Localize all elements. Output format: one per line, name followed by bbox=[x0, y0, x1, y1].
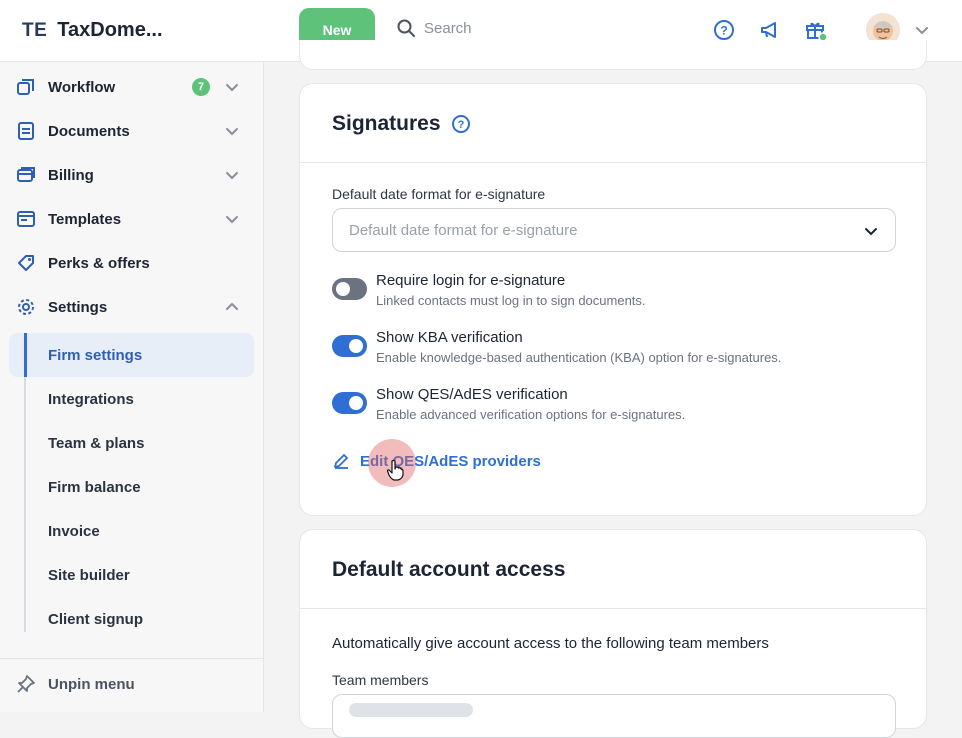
sidebar-item-label: Perks & offers bbox=[48, 254, 150, 272]
sidebar-item-label: Templates bbox=[48, 210, 122, 228]
team-members-label: Team members bbox=[332, 672, 429, 688]
toggle-description: Linked contacts must log in to sign docu… bbox=[376, 293, 646, 308]
toggle-description: Enable knowledge-based authentication (K… bbox=[376, 350, 782, 365]
submenu-guide bbox=[24, 334, 26, 632]
workflow-icon bbox=[16, 77, 36, 97]
select-placeholder: Default date format for e-signature bbox=[349, 222, 578, 239]
sidebar: Workflow 7 Documents Billing Templates P… bbox=[0, 62, 264, 712]
sidebar-item-perks[interactable]: Perks & offers bbox=[0, 243, 264, 283]
section-divider bbox=[300, 608, 926, 609]
qes-ades-toggle[interactable] bbox=[332, 392, 367, 414]
sidebar-item-settings[interactable]: Settings bbox=[0, 287, 264, 327]
account-access-card: Default account access Automatically giv… bbox=[299, 529, 927, 738]
sidebar-divider bbox=[0, 658, 264, 659]
hand-cursor-icon bbox=[386, 459, 404, 481]
sidebar-item-label: Documents bbox=[48, 122, 130, 140]
sidebar-item-label: Settings bbox=[48, 298, 108, 316]
toggle-title: Show KBA verification bbox=[376, 329, 523, 346]
search-icon bbox=[396, 18, 416, 38]
sidebar-item-documents[interactable]: Documents bbox=[0, 111, 264, 151]
toggle-knob bbox=[349, 396, 363, 410]
chevron-down-icon[interactable] bbox=[224, 79, 240, 95]
templates-icon bbox=[16, 209, 36, 229]
document-icon bbox=[16, 121, 36, 141]
sidebar-subitem-client-signup[interactable]: Client signup bbox=[48, 611, 143, 628]
sidebar-subitem-team-plans[interactable]: Team & plans bbox=[48, 435, 144, 452]
toggle-description: Enable advanced verification options for… bbox=[376, 407, 686, 422]
svg-text:?: ? bbox=[720, 24, 727, 38]
pin-icon bbox=[16, 674, 36, 694]
gift-icon[interactable] bbox=[804, 18, 828, 42]
sidebar-item-billing[interactable]: Billing bbox=[0, 155, 264, 195]
toggle-title: Require login for e-signature bbox=[376, 272, 566, 289]
help-icon[interactable]: ? bbox=[712, 18, 736, 42]
section-title: Default account access bbox=[332, 558, 566, 581]
unpin-menu-button[interactable]: Unpin menu bbox=[16, 674, 135, 694]
billing-icon bbox=[16, 165, 36, 185]
kba-toggle[interactable] bbox=[332, 335, 367, 357]
svg-text:?: ? bbox=[457, 119, 464, 131]
sidebar-subitem-label[interactable]: Firm settings bbox=[48, 347, 142, 364]
toggle-knob bbox=[336, 282, 350, 296]
sidebar-subitem-integrations[interactable]: Integrations bbox=[48, 391, 134, 408]
section-divider bbox=[300, 162, 926, 163]
member-chip[interactable] bbox=[349, 703, 473, 717]
signatures-header: Signatures ? bbox=[332, 112, 471, 136]
search-box[interactable]: Search bbox=[396, 18, 472, 38]
chevron-down-icon bbox=[863, 223, 879, 239]
access-description: Automatically give account access to the… bbox=[332, 635, 769, 652]
edit-providers-link[interactable]: Edit QES/AdES providers bbox=[332, 452, 541, 470]
chevron-down-icon[interactable] bbox=[224, 211, 240, 227]
toggle-title: Show QES/AdES verification bbox=[376, 386, 568, 403]
chevron-down-icon[interactable] bbox=[224, 123, 240, 139]
sidebar-item-label: Workflow bbox=[48, 78, 116, 96]
previous-card bbox=[299, 40, 927, 70]
team-members-select[interactable] bbox=[332, 694, 896, 738]
require-login-toggle[interactable] bbox=[332, 278, 367, 300]
sidebar-subitem-firm-balance[interactable]: Firm balance bbox=[48, 479, 141, 496]
gear-icon bbox=[16, 297, 36, 317]
help-icon[interactable]: ? bbox=[451, 114, 471, 134]
app-name: TaxDome... bbox=[57, 19, 163, 41]
count-badge: 7 bbox=[192, 78, 210, 96]
sidebar-subitem-invoice[interactable]: Invoice bbox=[48, 523, 100, 540]
chevron-up-icon[interactable] bbox=[224, 299, 240, 315]
sidebar-item-workflow[interactable]: Workflow 7 bbox=[0, 67, 264, 107]
date-format-label: Default date format for e-signature bbox=[332, 186, 546, 202]
sidebar-subitem-site-builder[interactable]: Site builder bbox=[48, 567, 130, 584]
app-logo[interactable]: TE TaxDome... bbox=[22, 19, 163, 42]
toggle-knob bbox=[349, 339, 363, 353]
chevron-down-icon[interactable] bbox=[910, 18, 934, 42]
chevron-down-icon[interactable] bbox=[224, 167, 240, 183]
sidebar-item-label: Billing bbox=[48, 166, 94, 184]
megaphone-icon[interactable] bbox=[758, 18, 782, 42]
unpin-label: Unpin menu bbox=[48, 675, 135, 693]
date-format-select[interactable]: Default date format for e-signature bbox=[332, 208, 896, 252]
search-placeholder: Search bbox=[424, 19, 472, 37]
sidebar-item-templates[interactable]: Templates bbox=[0, 199, 264, 239]
tag-icon bbox=[16, 253, 36, 273]
active-indicator bbox=[24, 333, 27, 377]
section-title: Signatures bbox=[332, 112, 441, 135]
pencil-icon bbox=[332, 452, 350, 470]
logo-mark: TE bbox=[22, 20, 48, 41]
